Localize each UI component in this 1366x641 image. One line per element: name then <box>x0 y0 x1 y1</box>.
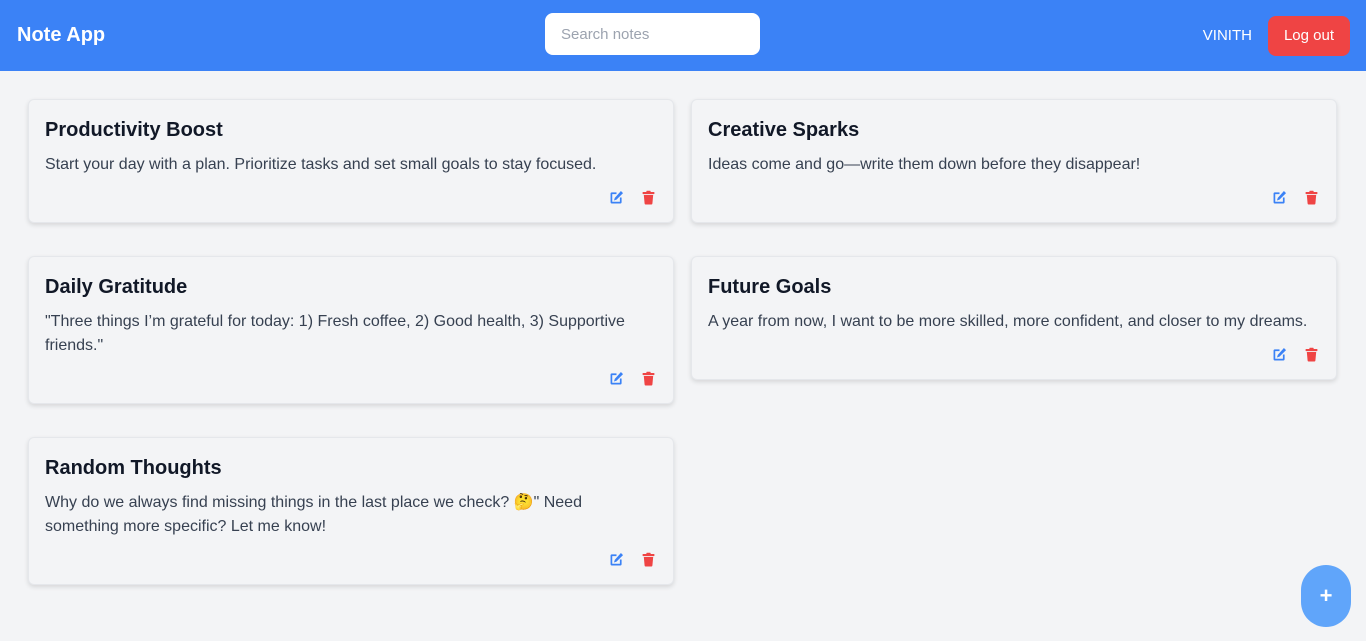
note-card: Daily Gratitude "Three things I’m gratef… <box>28 256 674 404</box>
note-card: Future Goals A year from now, I want to … <box>691 256 1337 380</box>
note-body: Start your day with a plan. Prioritize t… <box>45 156 597 173</box>
note-title: Creative Sparks <box>708 119 860 141</box>
note-actions <box>708 346 1320 363</box>
note-body: Ideas come and go—write them down before… <box>708 156 1141 173</box>
note-body: Why do we always find missing things in … <box>45 494 582 535</box>
edit-icon[interactable] <box>608 370 625 387</box>
trash-icon[interactable] <box>1303 189 1320 206</box>
add-note-button[interactable]: + <box>1301 565 1351 627</box>
edit-icon[interactable] <box>608 189 625 206</box>
note-actions <box>45 551 657 568</box>
trash-icon[interactable] <box>640 189 657 206</box>
note-actions <box>45 370 657 387</box>
search-input[interactable] <box>545 13 760 55</box>
note-card: Creative Sparks Ideas come and go—write … <box>691 99 1337 223</box>
app-title: Note App <box>17 24 106 46</box>
note-body: "Three things I’m grateful for today: 1)… <box>45 313 625 354</box>
trash-icon[interactable] <box>1303 346 1320 363</box>
edit-icon[interactable] <box>1271 346 1288 363</box>
navbar: Note App VINITH Log out <box>0 0 1366 71</box>
edit-icon[interactable] <box>608 551 625 568</box>
note-title: Productivity Boost <box>45 119 223 141</box>
user-area: VINITH Log out <box>1202 15 1350 56</box>
trash-icon[interactable] <box>640 551 657 568</box>
notes-grid: Productivity Boost Start your day with a… <box>0 71 1366 585</box>
trash-icon[interactable] <box>640 370 657 387</box>
note-actions <box>45 189 657 206</box>
note-card: Random Thoughts Why do we always find mi… <box>28 437 674 585</box>
note-title: Random Thoughts <box>45 457 222 479</box>
username: VINITH <box>1202 27 1252 44</box>
note-actions <box>708 189 1320 206</box>
note-card: Productivity Boost Start your day with a… <box>28 99 674 223</box>
edit-icon[interactable] <box>1271 189 1288 206</box>
note-title: Daily Gratitude <box>45 276 188 298</box>
note-title: Future Goals <box>708 276 832 298</box>
logout-button[interactable]: Log out <box>1267 15 1350 56</box>
note-body: A year from now, I want to be more skill… <box>708 313 1308 330</box>
